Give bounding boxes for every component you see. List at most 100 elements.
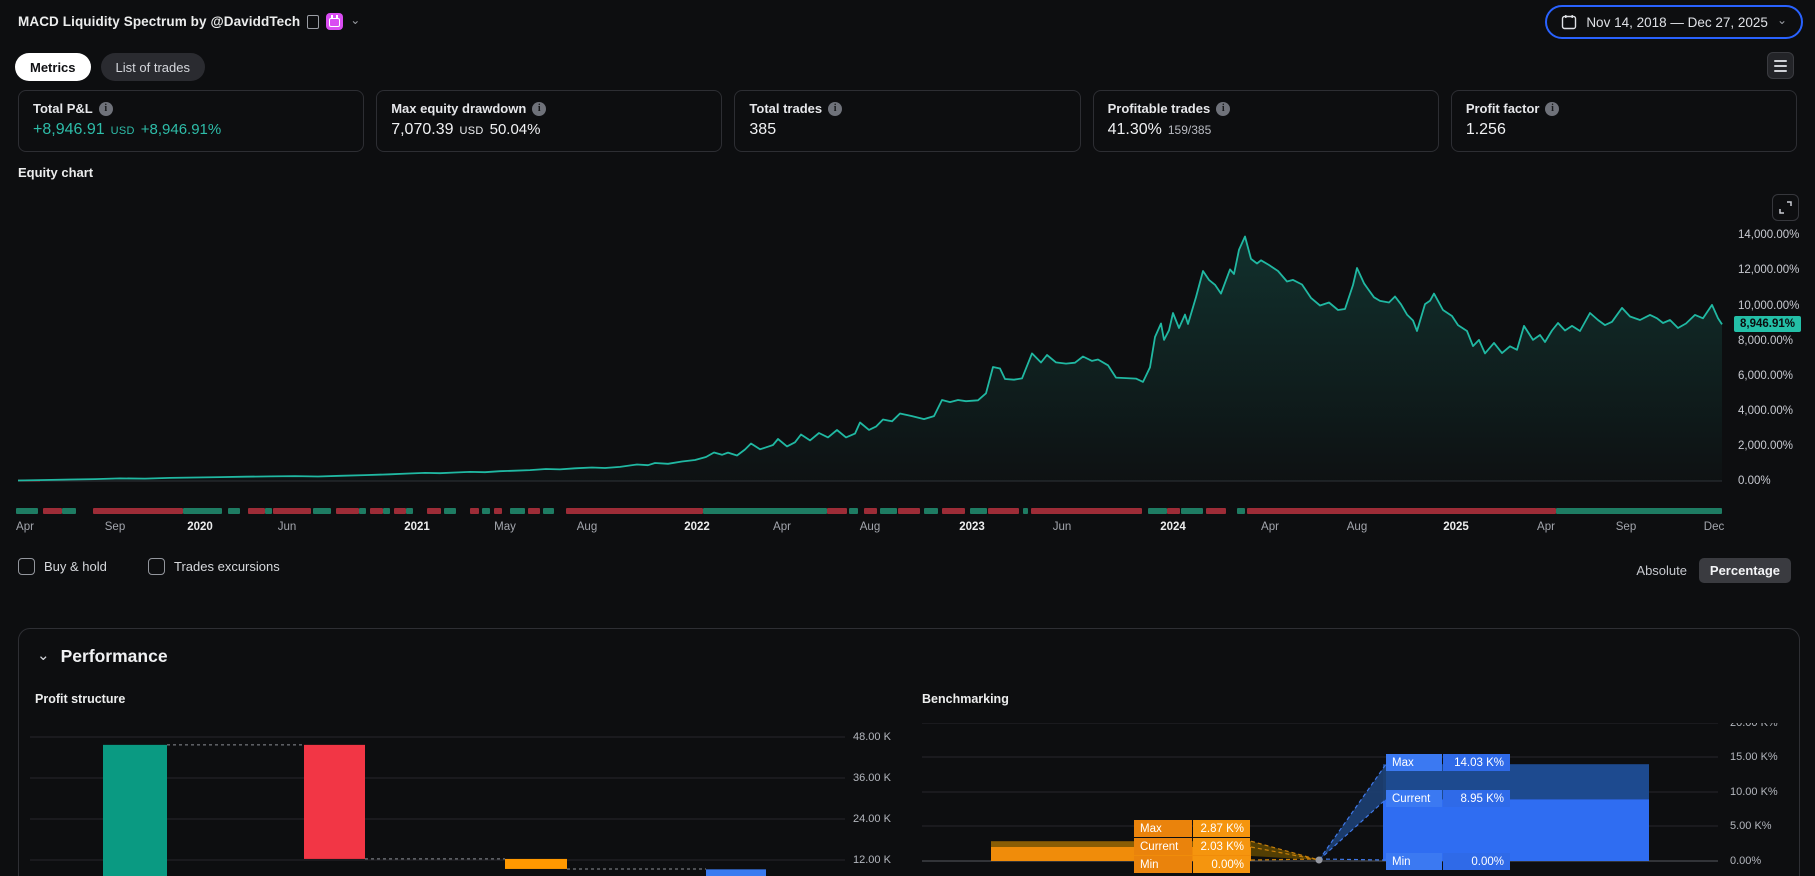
losing-trades-segment — [1167, 508, 1180, 514]
info-icon[interactable]: i — [98, 101, 113, 116]
trade-result-strip[interactable] — [0, 508, 1815, 515]
chevron-down-icon[interactable]: ⌄ — [37, 646, 50, 664]
winning-trades-segment — [924, 508, 938, 514]
metric-unit: USD — [459, 125, 484, 137]
equity-chart-canvas[interactable] — [0, 190, 1815, 500]
losing-trades-segment — [427, 508, 441, 514]
tab-list-of-trades[interactable]: List of trades — [100, 53, 205, 81]
trades-excursions-toggle[interactable]: Trades excursions — [148, 558, 280, 575]
losing-trades-segment — [1031, 508, 1142, 514]
benchmark-tooltip-orange: Max 2.87 K% Current 2.03 K% Min 0.00% — [1134, 820, 1250, 874]
strategy-title-row[interactable]: MACD Liquidity Spectrum by @DaviddTech ⌄ — [18, 13, 360, 30]
tooltip-value: 0.00% — [1193, 856, 1250, 873]
equity-x-axis[interactable]: Apr Sep 2020 Jun 2021 May Aug 2022 Apr Aug 2023 Jun… — [0, 521, 1815, 539]
winning-trades-segment — [383, 508, 390, 514]
losing-trades-segment — [1247, 508, 1556, 514]
strategy-tester-panel: MACD Liquidity Spectrum by @DaviddTech ⌄… — [0, 0, 1815, 876]
buy-hold-toggle[interactable]: Buy & hold — [18, 558, 107, 575]
missing-glyph-icon — [307, 14, 320, 29]
profit-structure-title: Profit structure — [35, 692, 126, 706]
x-axis-month-label: Aug — [859, 521, 881, 533]
metric-value: 1.256 — [1465, 121, 1506, 138]
benchmarking-y-tick: 5.00 K% — [1730, 820, 1772, 832]
chevron-down-icon[interactable]: ⌄ — [350, 14, 360, 26]
losing-trades-segment — [93, 508, 183, 514]
profit-structure-canvas[interactable] — [0, 715, 910, 876]
winning-trades-segment — [228, 508, 240, 514]
profit-structure-y-tick: 12.00 K — [853, 854, 891, 866]
winning-trades-segment — [1148, 508, 1167, 514]
winning-trades-segment — [482, 508, 490, 514]
equity-y-tick: 14,000.00% — [1738, 229, 1800, 241]
losing-trades-segment — [394, 508, 406, 514]
checkbox-label: Buy & hold — [44, 559, 107, 574]
report-layout-button[interactable] — [1767, 52, 1794, 79]
page-title: MACD Liquidity Spectrum by @DaviddTech — [18, 14, 301, 29]
checkbox-buy-hold[interactable] — [18, 558, 35, 575]
x-axis-month-label: Apr — [1537, 521, 1555, 533]
equity-y-tick: 6,000.00% — [1738, 370, 1793, 382]
info-icon[interactable]: i — [1216, 101, 1231, 116]
profit-structure-y-tick: 48.00 K — [853, 731, 891, 743]
tab-metrics[interactable]: Metrics — [15, 53, 91, 81]
equity-chart-title: Equity chart — [18, 165, 94, 180]
report-tabs: Metrics List of trades — [15, 53, 205, 81]
waterfall-bar-net-profit — [706, 869, 766, 876]
checkbox-trades-excursions[interactable] — [148, 558, 165, 575]
winning-trades-segment — [62, 508, 76, 514]
performance-title: Performance — [60, 646, 168, 666]
benchmarking-y-tick: 20.00 K% — [1730, 723, 1778, 729]
scale-absolute-option[interactable]: Absolute — [1636, 563, 1687, 578]
losing-trades-segment — [942, 508, 965, 514]
x-axis-month-label: Dec — [1703, 521, 1725, 533]
equity-y-tick: 0.00% — [1738, 475, 1771, 487]
losing-trades-segment — [370, 508, 383, 514]
losing-trades-segment — [898, 508, 920, 514]
losing-trades-segment — [988, 508, 1019, 514]
info-icon[interactable]: i — [1545, 101, 1560, 116]
x-axis-month-label: Aug — [1346, 521, 1368, 533]
tooltip-label: Current — [1134, 838, 1192, 855]
winning-trades-segment — [849, 508, 858, 514]
metric-value: 41.30% — [1107, 121, 1162, 138]
performance-header[interactable]: ⌄ Performance — [37, 646, 168, 667]
x-axis-month-label: May — [494, 521, 516, 533]
metric-sub: 159/385 — [1167, 123, 1212, 137]
list-icon — [1774, 59, 1787, 62]
x-axis-year-label: 2022 — [684, 521, 710, 533]
benchmarking-chart[interactable]: 20.00 K% 15.00 K% 10.00 K% 5.00 K% 0.00% Max… — [910, 723, 1815, 876]
metric-value: 385 — [749, 121, 777, 138]
calendar-icon — [1562, 15, 1577, 30]
metric-label: Profit factor — [1465, 101, 1540, 116]
metric-label: Total P&L — [33, 101, 93, 116]
winning-trades-segment — [359, 508, 366, 514]
losing-trades-segment — [1206, 508, 1226, 514]
date-range-button[interactable]: Nov 14, 2018 — Dec 27, 2025 ⌄ — [1545, 5, 1803, 39]
winning-trades-segment — [543, 508, 554, 514]
equity-y-tick: 12,000.00% — [1738, 264, 1800, 276]
checkbox-label: Trades excursions — [174, 559, 280, 574]
losing-trades-segment — [864, 508, 877, 514]
metric-label: Max equity drawdown — [391, 101, 527, 116]
x-axis-month-label: Jun — [277, 521, 297, 533]
info-icon[interactable]: i — [828, 101, 843, 116]
info-icon[interactable]: i — [532, 101, 547, 116]
scale-percentage-option[interactable]: Percentage — [1698, 558, 1791, 583]
losing-trades-segment — [470, 508, 479, 514]
metric-extra: 50.04% — [489, 121, 541, 138]
tooltip-value: 14.03 K% — [1443, 754, 1510, 771]
winning-trades-segment — [183, 508, 222, 514]
waterfall-bar-commission — [505, 858, 567, 869]
date-range-label: Nov 14, 2018 — Dec 27, 2025 — [1586, 14, 1768, 30]
losing-trades-segment — [528, 508, 540, 514]
x-axis-month-label: Sep — [104, 521, 126, 533]
losing-trades-segment — [566, 508, 703, 514]
equity-y-tick: 10,000.00% — [1738, 300, 1800, 312]
tooltip-label: Max — [1386, 754, 1442, 771]
chevron-down-icon: ⌄ — [1776, 13, 1787, 27]
x-axis-month-label: Sep — [1615, 521, 1637, 533]
winning-trades-segment — [970, 508, 987, 514]
benchmarking-canvas — [922, 723, 1718, 864]
winning-trades-segment — [510, 508, 525, 514]
winning-trades-segment — [1556, 508, 1722, 514]
